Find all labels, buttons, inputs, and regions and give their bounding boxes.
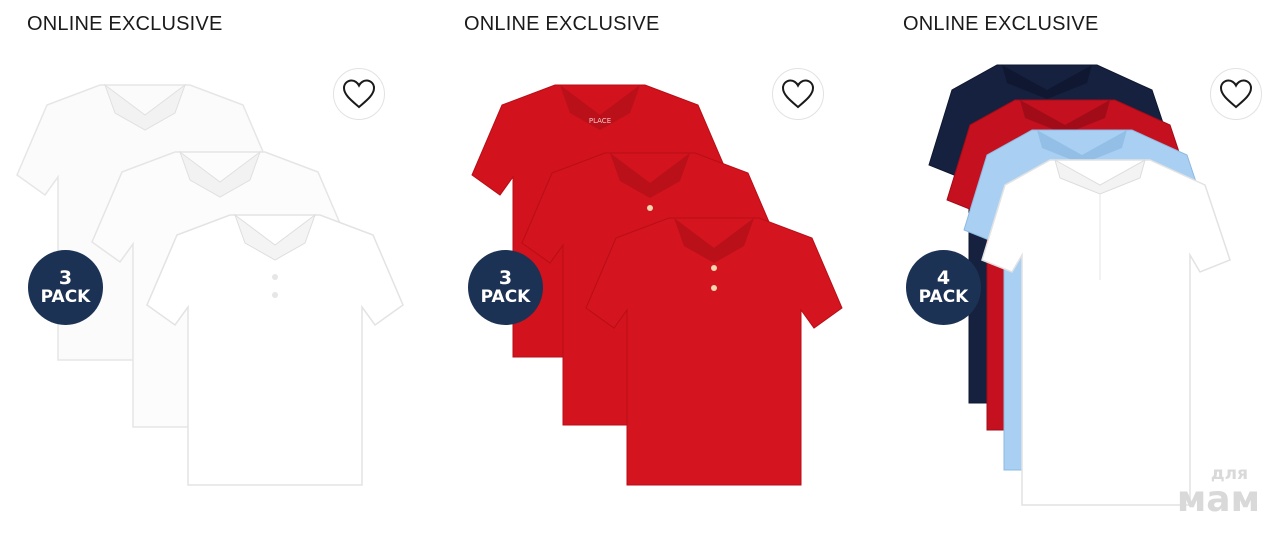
product-card[interactable]: PLACE ONLINE EXCLUSIVE 3 PACK (438, 0, 876, 533)
heart-outline-icon (781, 79, 815, 109)
pack-label: PACK (918, 286, 969, 307)
online-exclusive-label: ONLINE EXCLUSIVE (464, 13, 660, 35)
pack-count: 4 (936, 266, 951, 289)
pack-count: 3 (498, 266, 513, 289)
pack-badge: 3 PACK (468, 250, 543, 325)
brand-tag: PLACE (589, 117, 611, 125)
product-card[interactable]: ONLINE EXCLUSIVE 4 PACK (877, 0, 1280, 533)
pack-label: PACK (40, 286, 91, 307)
heart-outline-icon (342, 79, 376, 109)
heart-outline-icon (1219, 79, 1253, 109)
favorite-button[interactable] (1210, 68, 1262, 120)
online-exclusive-label: ONLINE EXCLUSIVE (903, 13, 1099, 35)
pack-badge: 3 PACK (28, 250, 103, 325)
pack-count: 3 (58, 266, 73, 289)
pack-label: PACK (480, 286, 531, 307)
favorite-button[interactable] (772, 68, 824, 120)
watermark-line2: мам (1176, 478, 1260, 520)
online-exclusive-label: ONLINE EXCLUSIVE (27, 13, 223, 35)
pack-badge: 4 PACK (906, 250, 981, 325)
watermark: для мам (1176, 465, 1260, 520)
favorite-button[interactable] (333, 68, 385, 120)
product-card[interactable]: ONLINE EXCLUSIVE 3 PACK (0, 0, 438, 533)
